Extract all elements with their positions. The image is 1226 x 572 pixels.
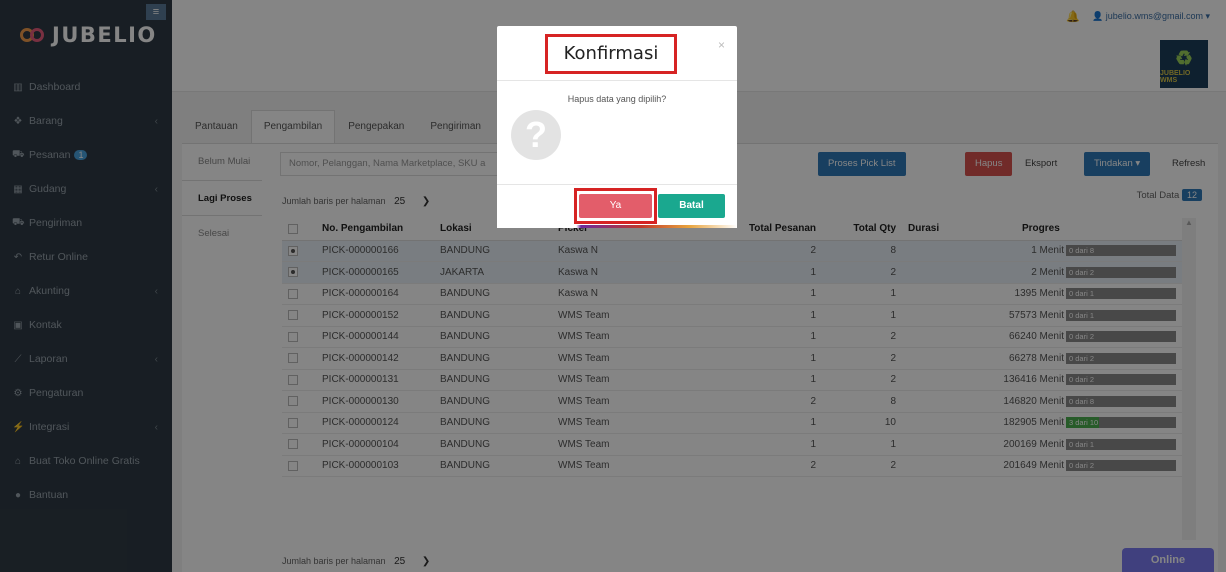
dialog-divider [497,80,737,81]
batal-button[interactable]: Batal [658,194,725,218]
dialog-message: Hapus data yang dipilih? [567,94,667,104]
close-icon[interactable]: × [718,38,725,52]
ya-button[interactable]: Ya [579,194,652,218]
dialog-title: Konfirmasi [545,34,677,74]
question-icon: ? [511,110,561,160]
dialog-footer-divider [497,184,737,185]
dialog-accent-strip [497,225,737,228]
confirm-dialog: Konfirmasi × Hapus data yang dipilih? ? … [497,26,737,228]
